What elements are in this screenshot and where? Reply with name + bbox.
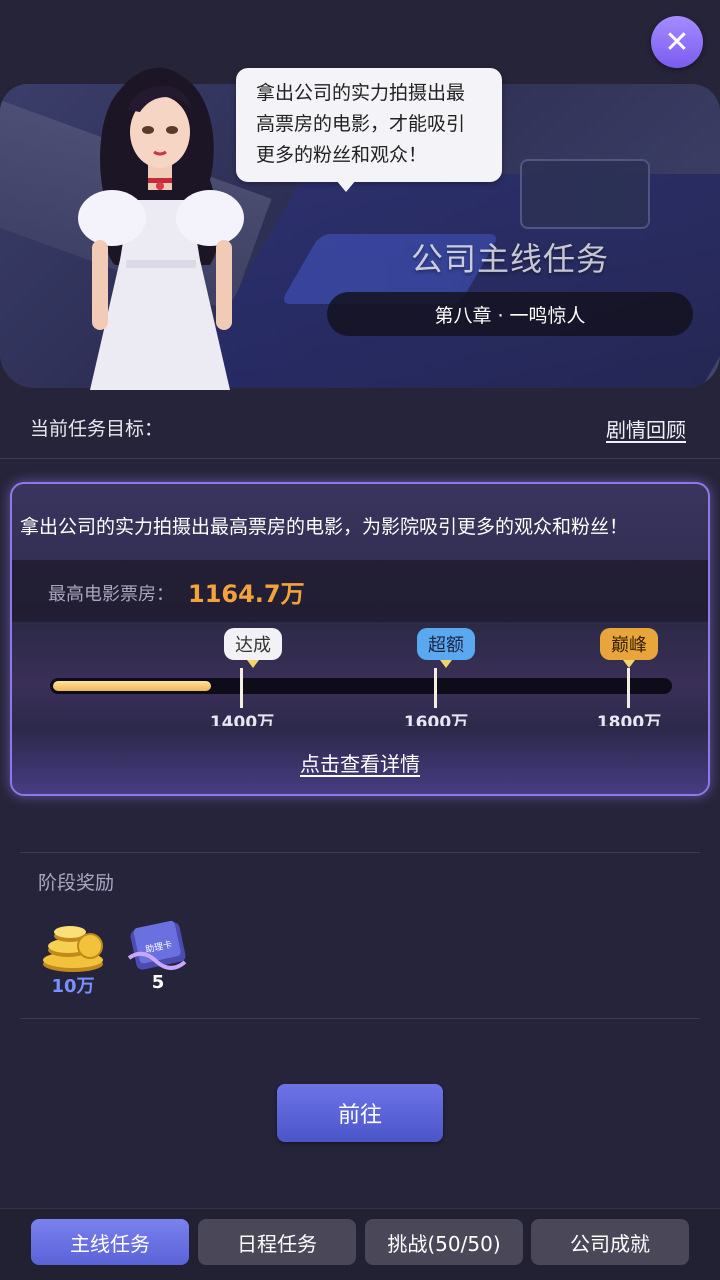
tab-challenge[interactable]: 挑战(50/50) (365, 1219, 523, 1265)
progress-section: 达成 1400万 超额 1600万 巅峰 1800万 (12, 622, 708, 733)
divider (20, 1018, 700, 1019)
milestone-tag-reach: 达成 (224, 628, 282, 668)
reward-item-coins[interactable]: 10万 (38, 918, 108, 998)
tab-company-achievements[interactable]: 公司成就 (531, 1219, 689, 1265)
divider (20, 852, 700, 853)
chapter-label: 第八章 · 一鸣惊人 (327, 292, 693, 336)
milestone-marker (627, 668, 630, 708)
assistant-card-icon: 助理卡 (127, 920, 187, 970)
close-button[interactable]: ✕ (651, 16, 703, 68)
close-icon: ✕ (664, 24, 690, 60)
box-office-label: 最高电影票房： (48, 584, 174, 605)
objective-description: 拿出公司的实力拍摄出最高票房的电影，为影院吸引更多的观众和粉丝！ (20, 516, 629, 538)
page-title: 公司主线任务 (410, 240, 609, 278)
reward-count: 5 (151, 972, 165, 993)
milestone-tag-exceed: 超额 (417, 628, 475, 668)
stage-rewards-title: 阶段奖励 (38, 872, 115, 894)
tab-daily-tasks[interactable]: 日程任务 (198, 1219, 356, 1265)
box-office-stat: 最高电影票房： 1164.7万 (12, 560, 708, 622)
milestone-marker (240, 668, 243, 708)
current-objective-label: 当前任务目标： (30, 418, 164, 440)
card-footer: 点击查看详情 (12, 726, 708, 794)
task-header: 当前任务目标： 剧情回顾 (0, 404, 720, 454)
gold-coins-icon (43, 926, 103, 972)
go-button[interactable]: 前往 (277, 1084, 443, 1142)
speech-bubble: 拿出公司的实力拍摄出最高票房的电影，才能吸引更多的粉丝和观众！ (236, 68, 502, 192)
bottom-tab-bar: 主线任务 日程任务 挑战(50/50) 公司成就 (0, 1208, 720, 1280)
box-office-value: 1164.7万 (188, 580, 305, 608)
milestone-marker (434, 668, 437, 708)
progress-track (50, 678, 672, 694)
reward-count: 10万 (51, 976, 95, 997)
divider (0, 458, 720, 459)
reward-item-assistant-card[interactable]: 助理卡 5 (123, 918, 193, 998)
progress-fill (53, 681, 211, 691)
view-details-link[interactable]: 点击查看详情 (12, 748, 708, 777)
objective-card: 拿出公司的实力拍摄出最高票房的电影，为影院吸引更多的观众和粉丝！ 最高电影票房：… (10, 482, 710, 796)
hero-banner: ✕ 拿出公司的实力拍摄出最高票房的电影，才能吸引更多的粉丝和观众！ 公司主线任务… (0, 0, 720, 390)
story-review-link[interactable]: 剧情回顾 (606, 414, 686, 443)
assistant-character-illustration (78, 67, 244, 390)
milestone-tag-peak: 巅峰 (600, 628, 658, 668)
tab-main-tasks[interactable]: 主线任务 (31, 1219, 189, 1265)
